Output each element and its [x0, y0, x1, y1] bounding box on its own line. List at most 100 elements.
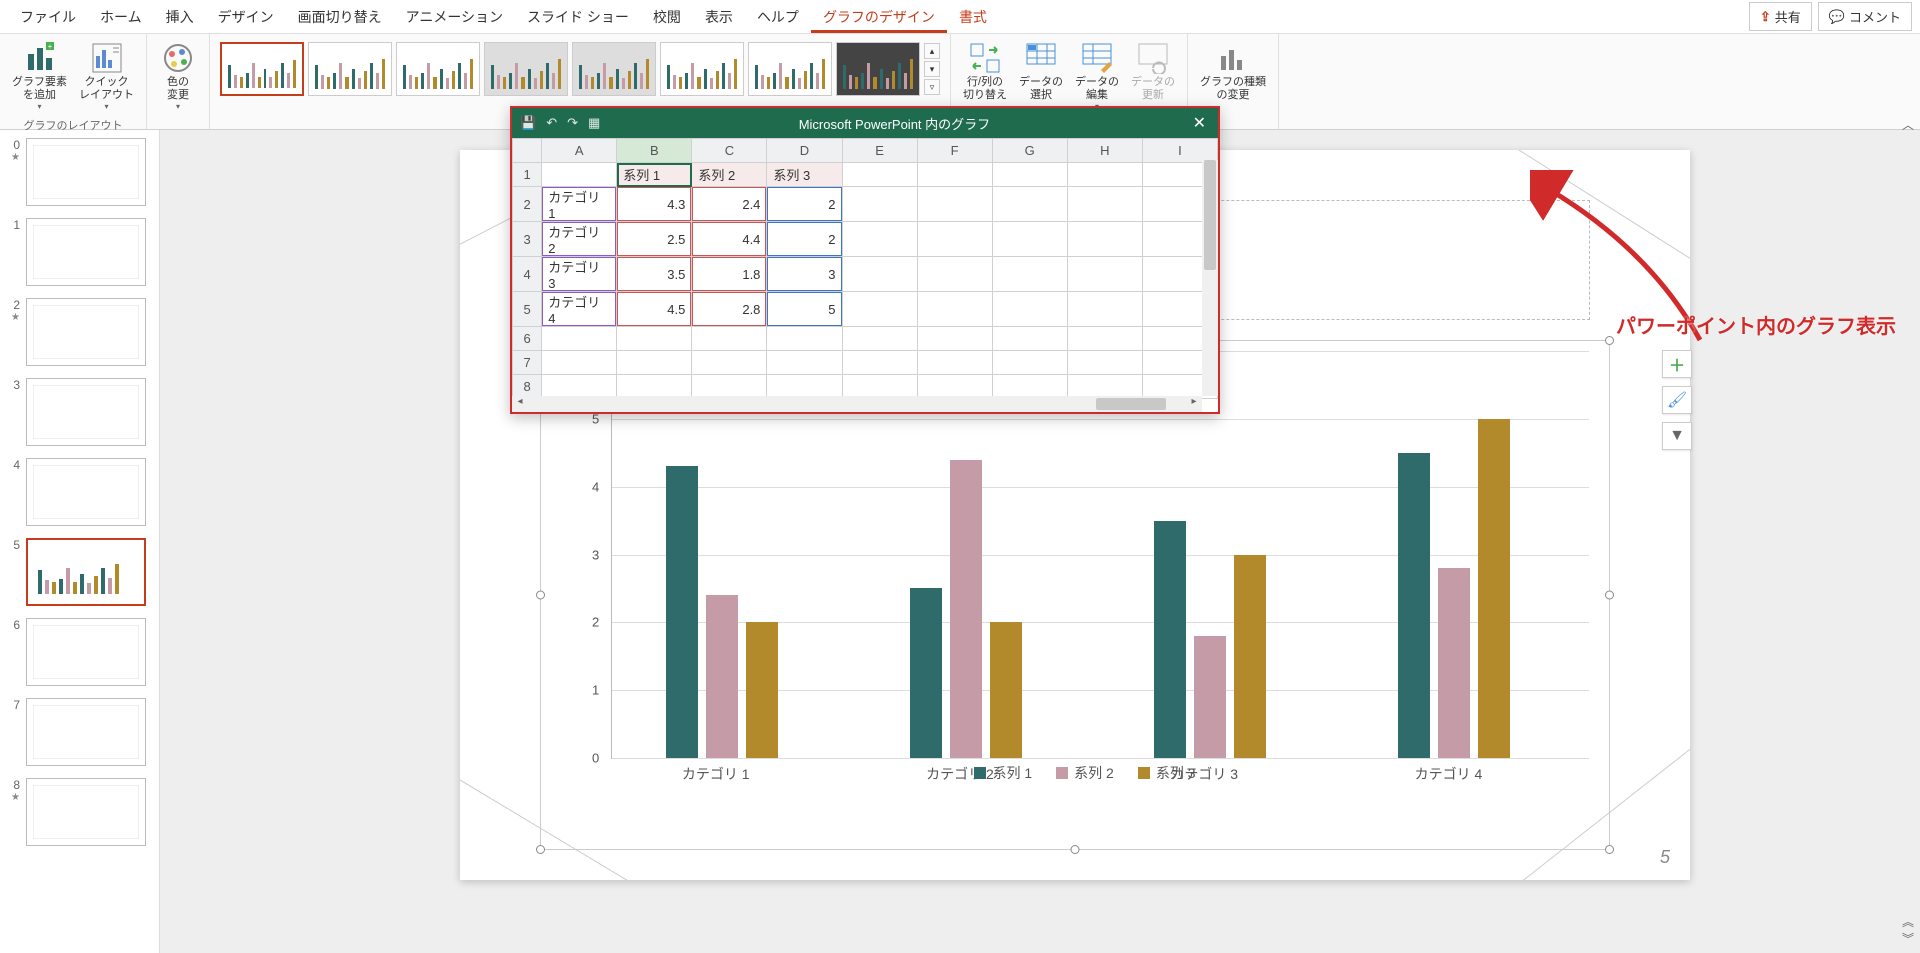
comment-button[interactable]: 💬コメント: [1818, 2, 1912, 31]
cell-G8[interactable]: [992, 375, 1067, 399]
slide-thumbnail-3[interactable]: 3: [6, 378, 153, 446]
cell-G3[interactable]: [992, 222, 1067, 257]
select-all-cell[interactable]: [513, 139, 542, 163]
slide-thumbnail-5[interactable]: 5: [6, 538, 153, 606]
cell-B1[interactable]: 系列 1: [617, 163, 692, 187]
slide-thumbnail-1[interactable]: 1: [6, 218, 153, 286]
slide-thumbnail-0[interactable]: 0★: [6, 138, 153, 206]
cell-F2[interactable]: [917, 187, 992, 222]
cell-H7[interactable]: [1067, 351, 1142, 375]
tab-design[interactable]: デザイン: [206, 1, 286, 33]
chart-style-3[interactable]: [396, 42, 480, 96]
cell-E6[interactable]: [842, 327, 917, 351]
col-header-G[interactable]: G: [992, 139, 1067, 163]
quick-layout-button[interactable]: クイックレイアウト ▾: [73, 38, 140, 115]
cell-G7[interactable]: [992, 351, 1067, 375]
cell-F5[interactable]: [917, 292, 992, 327]
cell-C3[interactable]: 4.4: [692, 222, 767, 257]
chart-style-1[interactable]: [220, 42, 304, 96]
cell-E2[interactable]: [842, 187, 917, 222]
cell-H5[interactable]: [1067, 292, 1142, 327]
tab-chart-design[interactable]: グラフのデザイン: [811, 1, 947, 33]
switch-rowcol-button[interactable]: 行/列の切り替え: [957, 38, 1013, 106]
cell-B3[interactable]: 2.5: [617, 222, 692, 257]
scroll-thumb[interactable]: [1204, 160, 1216, 270]
chart-style-7[interactable]: [748, 42, 832, 96]
data-sheet[interactable]: ABCDEFGHI1系列 1系列 2系列 32カテゴリ 14.32.423カテゴ…: [512, 138, 1218, 412]
canvas-collapse-button[interactable]: ︽︾: [1902, 913, 1914, 947]
change-colors-button[interactable]: 色の変更 ▾: [153, 38, 203, 115]
slide-thumbnail-4[interactable]: 4: [6, 458, 153, 526]
cell-C2[interactable]: 2.4: [692, 187, 767, 222]
cell-F8[interactable]: [917, 375, 992, 399]
row-header-8[interactable]: 8: [513, 375, 542, 399]
slide-thumb-image[interactable]: [26, 458, 146, 526]
col-header-C[interactable]: C: [692, 139, 767, 163]
table-grid-icon[interactable]: ▦: [588, 115, 600, 131]
cell-A4[interactable]: カテゴリ 3: [542, 257, 617, 292]
cell-D5[interactable]: 5: [767, 292, 842, 327]
cell-A3[interactable]: カテゴリ 2: [542, 222, 617, 257]
tab-animations[interactable]: アニメーション: [394, 1, 515, 33]
cell-C6[interactable]: [692, 327, 767, 351]
cell-E3[interactable]: [842, 222, 917, 257]
cell-E5[interactable]: [842, 292, 917, 327]
slide-thumbnail-7[interactable]: 7: [6, 698, 153, 766]
slide-thumb-image[interactable]: [26, 218, 146, 286]
cell-D7[interactable]: [767, 351, 842, 375]
cell-A2[interactable]: カテゴリ 1: [542, 187, 617, 222]
slide-panel[interactable]: 0★12★345678★: [0, 130, 160, 953]
row-header-7[interactable]: 7: [513, 351, 542, 375]
cell-D1[interactable]: 系列 3: [767, 163, 842, 187]
tab-format[interactable]: 書式: [947, 1, 999, 33]
resize-handle[interactable]: [1605, 845, 1614, 854]
chart-style-5[interactable]: [572, 42, 656, 96]
row-header-3[interactable]: 3: [513, 222, 542, 257]
redo-icon[interactable]: ↷: [567, 115, 578, 131]
scroll-thumb[interactable]: [1096, 398, 1166, 410]
chart-filters-side-button[interactable]: ▼: [1662, 422, 1692, 450]
scroll-left-button[interactable]: ◂: [512, 396, 528, 412]
tab-review[interactable]: 校閲: [641, 1, 693, 33]
cell-G6[interactable]: [992, 327, 1067, 351]
tab-view[interactable]: 表示: [693, 1, 745, 33]
cell-E8[interactable]: [842, 375, 917, 399]
cell-B8[interactable]: [617, 375, 692, 399]
slide-thumbnail-6[interactable]: 6: [6, 618, 153, 686]
cell-B2[interactable]: 4.3: [617, 187, 692, 222]
chart-elements-side-button[interactable]: ＋: [1662, 350, 1692, 378]
cell-G1[interactable]: [992, 163, 1067, 187]
tab-insert[interactable]: 挿入: [154, 1, 206, 33]
cell-G4[interactable]: [992, 257, 1067, 292]
cell-H3[interactable]: [1067, 222, 1142, 257]
save-icon[interactable]: 💾: [520, 115, 536, 131]
scroll-right-button[interactable]: ▸: [1186, 396, 1202, 412]
chart-style-6[interactable]: [660, 42, 744, 96]
cell-B6[interactable]: [617, 327, 692, 351]
col-header-B[interactable]: B: [617, 139, 692, 163]
share-button[interactable]: ⇪共有: [1749, 2, 1812, 31]
cell-D3[interactable]: 2: [767, 222, 842, 257]
cell-E4[interactable]: [842, 257, 917, 292]
row-header-1[interactable]: 1: [513, 163, 542, 187]
sheet-horizontal-scrollbar[interactable]: ◂ ▸: [512, 396, 1202, 412]
resize-handle[interactable]: [1071, 845, 1080, 854]
cell-E7[interactable]: [842, 351, 917, 375]
cell-C5[interactable]: 2.8: [692, 292, 767, 327]
cell-F3[interactable]: [917, 222, 992, 257]
cell-B5[interactable]: 4.5: [617, 292, 692, 327]
cell-G5[interactable]: [992, 292, 1067, 327]
cell-D6[interactable]: [767, 327, 842, 351]
cell-D4[interactable]: 3: [767, 257, 842, 292]
tab-help[interactable]: ヘルプ: [745, 1, 811, 33]
cell-C8[interactable]: [692, 375, 767, 399]
cell-A7[interactable]: [542, 351, 617, 375]
cell-C4[interactable]: 1.8: [692, 257, 767, 292]
slide-thumb-image[interactable]: [26, 698, 146, 766]
gallery-more-button[interactable]: ▿: [924, 79, 940, 95]
slide-thumb-image[interactable]: [26, 378, 146, 446]
cell-H4[interactable]: [1067, 257, 1142, 292]
resize-handle[interactable]: [536, 845, 545, 854]
slide-thumb-image[interactable]: [26, 778, 146, 846]
row-header-4[interactable]: 4: [513, 257, 542, 292]
